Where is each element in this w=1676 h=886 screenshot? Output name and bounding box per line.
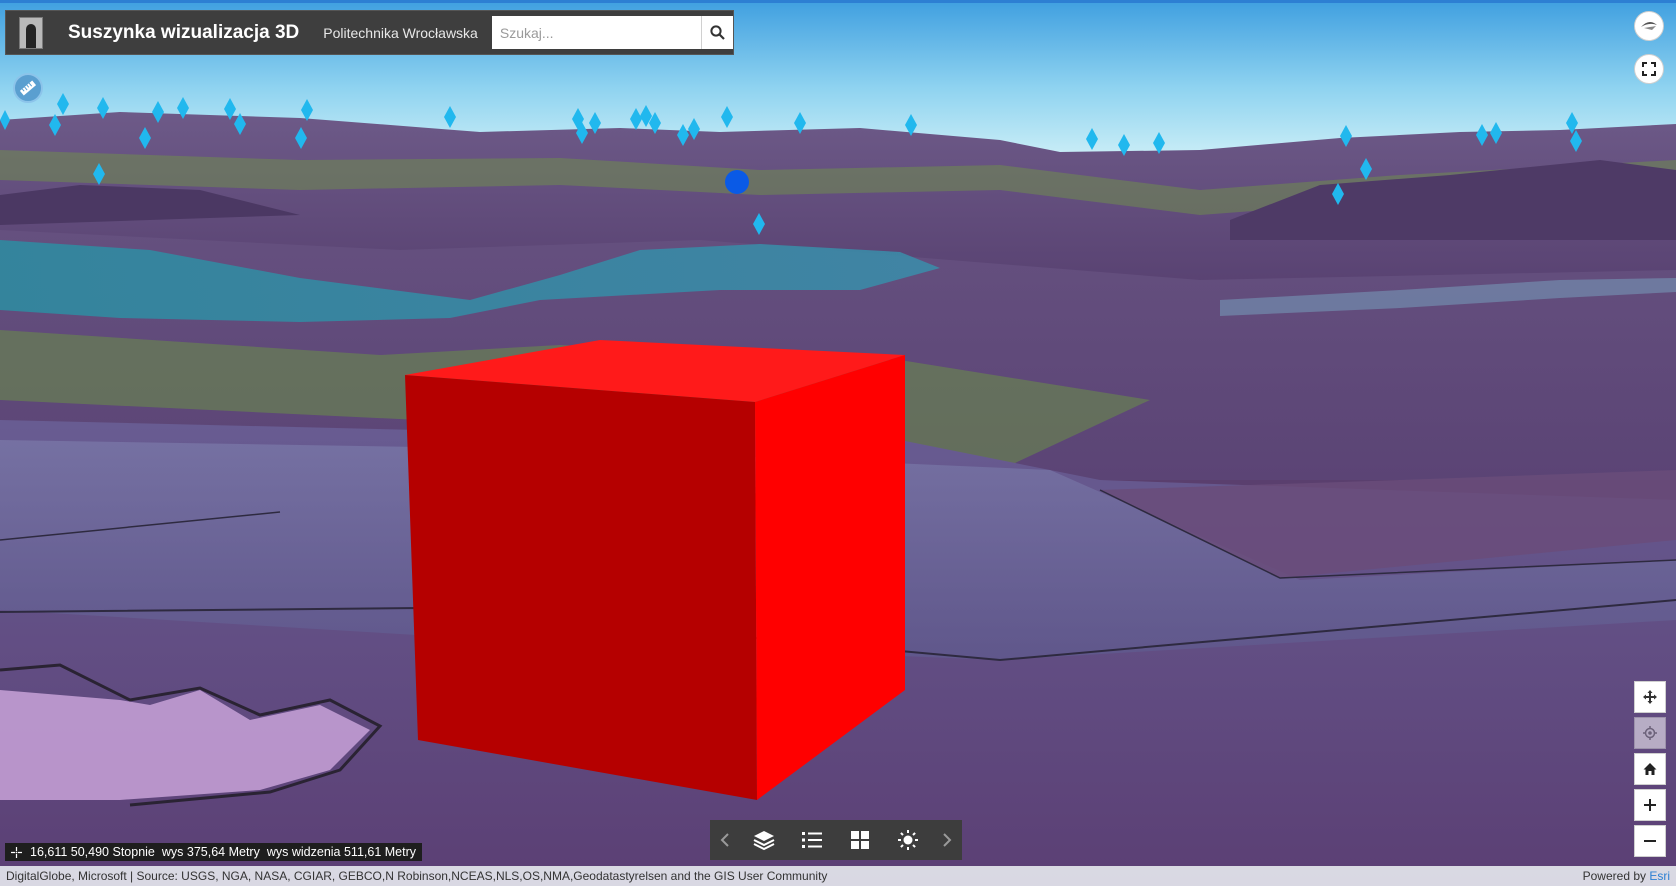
map-scene-3d[interactable]: [0, 0, 1676, 886]
legend-button[interactable]: [788, 820, 836, 860]
toolbar-prev-button[interactable]: [710, 820, 740, 860]
zoom-out-button[interactable]: [1634, 825, 1666, 857]
esri-link[interactable]: Esri: [1649, 869, 1670, 883]
daylight-button[interactable]: [884, 820, 932, 860]
crosshair-icon: [10, 846, 22, 858]
measure-button[interactable]: [13, 73, 43, 103]
navigation-controls: [1634, 681, 1666, 861]
search-box: [491, 16, 733, 49]
app-title: Suszynka wizualizacja 3D: [68, 21, 300, 43]
pan-button[interactable]: [1634, 681, 1666, 713]
basemap-gallery-button[interactable]: [836, 820, 884, 860]
tilt-compass-button[interactable]: [1634, 11, 1664, 41]
layers-button[interactable]: [740, 820, 788, 860]
coordinates-view-height: wys widzenia 511,61 Metry: [266, 845, 416, 859]
locate-button[interactable]: [1634, 717, 1666, 749]
window-frame-top: [0, 0, 1676, 3]
search-input[interactable]: [491, 16, 701, 49]
chevron-right-icon: [943, 833, 952, 847]
minus-icon: [1644, 840, 1656, 842]
building-logo-icon: [19, 16, 43, 49]
powered-by-label: Powered by: [1582, 869, 1650, 883]
move-icon: [1643, 690, 1657, 704]
zoom-in-button[interactable]: [1634, 789, 1666, 821]
bottom-toolbar: [710, 820, 962, 860]
app-subtitle: Politechnika Wrocławska: [323, 24, 478, 41]
home-button[interactable]: [1634, 753, 1666, 785]
search-button[interactable]: [700, 16, 733, 49]
coordinates-position: 16,611 50,490 Stopnie: [30, 845, 155, 859]
toolbar-next-button[interactable]: [932, 820, 962, 860]
chevron-left-icon: [720, 833, 729, 847]
layers-icon: [753, 831, 775, 851]
daylight-sun-icon: [898, 830, 918, 850]
compass-eye-icon: [1641, 21, 1657, 30]
plus-icon: [1644, 799, 1656, 811]
coordinates-panel: 16,611 50,490 Stopnie wys 375,64 Metry w…: [5, 843, 422, 861]
app-header: Suszynka wizualizacja 3D Politechnika Wr…: [5, 10, 734, 55]
fullscreen-icon: [1642, 62, 1656, 76]
ruler-icon: [19, 80, 37, 96]
fullscreen-button[interactable]: [1634, 54, 1664, 84]
legend-list-icon: [802, 832, 822, 848]
locate-icon: [1643, 726, 1657, 740]
cube-left-face: [405, 375, 757, 800]
coordinate-mode-button[interactable]: [9, 845, 23, 859]
attribution-bar: DigitalGlobe, Microsoft | Source: USGS, …: [0, 866, 1676, 886]
selected-point[interactable]: [725, 170, 749, 194]
basemap-grid-icon: [851, 831, 869, 849]
coordinates-elevation: wys 375,64 Metry: [161, 845, 260, 859]
powered-by: Powered by Esri: [1583, 869, 1670, 883]
attribution-text: DigitalGlobe, Microsoft | Source: USGS, …: [6, 869, 828, 883]
home-icon: [1643, 763, 1657, 775]
search-icon: [710, 25, 725, 40]
